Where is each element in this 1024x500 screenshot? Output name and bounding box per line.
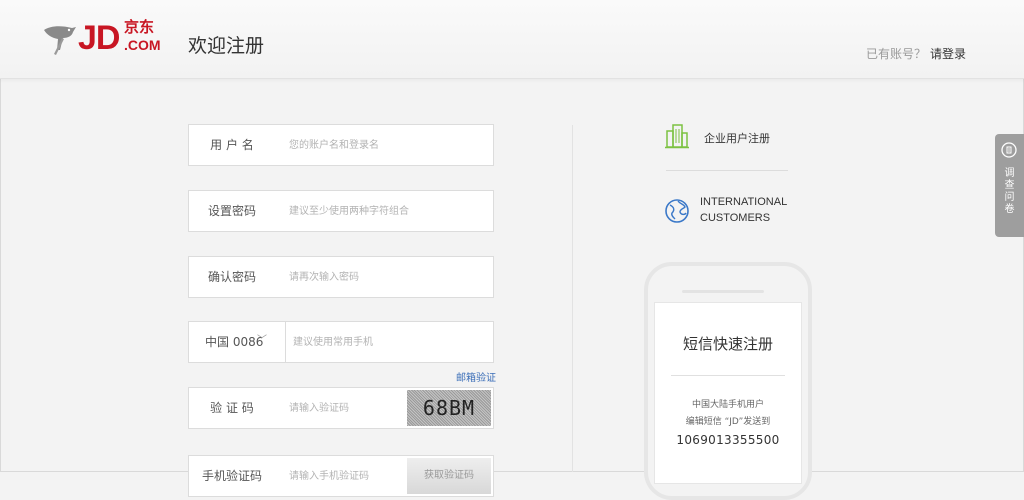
logo-cn-text: 京东: [124, 18, 155, 36]
survey-char-1: 调: [1004, 168, 1015, 179]
sms-code-label: 手机验证码: [201, 469, 262, 483]
jd-dog-icon: [44, 26, 76, 55]
international-label-line2: CUSTOMERS: [700, 212, 771, 224]
captcha-label: 验 证 码: [210, 401, 254, 415]
chevron-down-icon: ﹀: [257, 335, 267, 346]
login-link[interactable]: 请登录: [930, 47, 966, 61]
password-field: 设置密码: [188, 190, 494, 232]
captcha-image[interactable]: 68BM: [407, 390, 491, 426]
country-code-value: 中国 0086: [205, 335, 264, 349]
password-label: 设置密码: [207, 204, 256, 218]
login-hint: 已有账号？ 请登录: [866, 45, 966, 62]
sms-register-title: 短信快速注册: [682, 335, 773, 353]
confirm-password-input[interactable]: [289, 257, 479, 297]
survey-label: 调 查 问 卷: [995, 168, 1024, 216]
username-input[interactable]: [289, 125, 479, 165]
phone-input[interactable]: [293, 322, 483, 362]
logo-jd-text: JD: [78, 19, 120, 57]
header: JD 京东 .COM 欢迎注册 已有账号？ 请登录: [0, 0, 1024, 79]
get-sms-code-button[interactable]: 获取验证码: [407, 458, 491, 494]
confirm-password-field: 确认密码: [188, 256, 494, 298]
page-title: 欢迎注册: [188, 35, 265, 57]
survey-tab[interactable]: 调 查 问 卷: [995, 134, 1024, 237]
globe-icon: [665, 199, 689, 223]
side-divider: [666, 170, 788, 171]
sms-register-panel: 短信快速注册 中国大陆手机用户 编辑短信 “JD”发送到 10690133555…: [654, 302, 802, 484]
jd-logo[interactable]: JD 京东 .COM: [42, 18, 172, 58]
login-prompt: 已有账号？: [866, 47, 927, 61]
sms-instruction-line1: 中国大陆手机用户: [691, 400, 764, 410]
survey-char-4: 卷: [1004, 204, 1015, 215]
survey-icon: [1001, 142, 1017, 158]
username-field: 用 户 名: [188, 124, 494, 166]
country-code-select[interactable]: 中国 0086 ﹀: [189, 322, 286, 362]
captcha-field: 验 证 码 68BM: [188, 387, 494, 429]
username-label: 用 户 名: [210, 138, 254, 152]
captcha-input[interactable]: [289, 388, 399, 428]
survey-char-3: 问: [1004, 192, 1015, 203]
building-icon: [665, 124, 689, 149]
confirm-password-label: 确认密码: [207, 270, 256, 284]
sms-code-input[interactable]: [289, 456, 399, 496]
sms-instruction-line2: 编辑短信 “JD”发送到: [685, 417, 771, 427]
password-input[interactable]: [289, 191, 479, 231]
sms-number: 1069013355500: [676, 433, 780, 447]
phone-field: 中国 0086 ﹀: [188, 321, 494, 363]
sms-code-field: 手机验证码 获取验证码: [188, 455, 494, 497]
logo-com-text: .COM: [124, 37, 161, 53]
enterprise-register-label: 企业用户注册: [704, 132, 770, 145]
survey-char-2: 查: [1004, 180, 1015, 191]
email-verify-link[interactable]: 邮箱验证: [456, 369, 496, 384]
international-label-line1: INTERNATIONAL: [700, 196, 788, 208]
sms-divider: [671, 375, 785, 376]
vertical-divider: [572, 125, 573, 472]
phone-speaker: [682, 290, 764, 293]
